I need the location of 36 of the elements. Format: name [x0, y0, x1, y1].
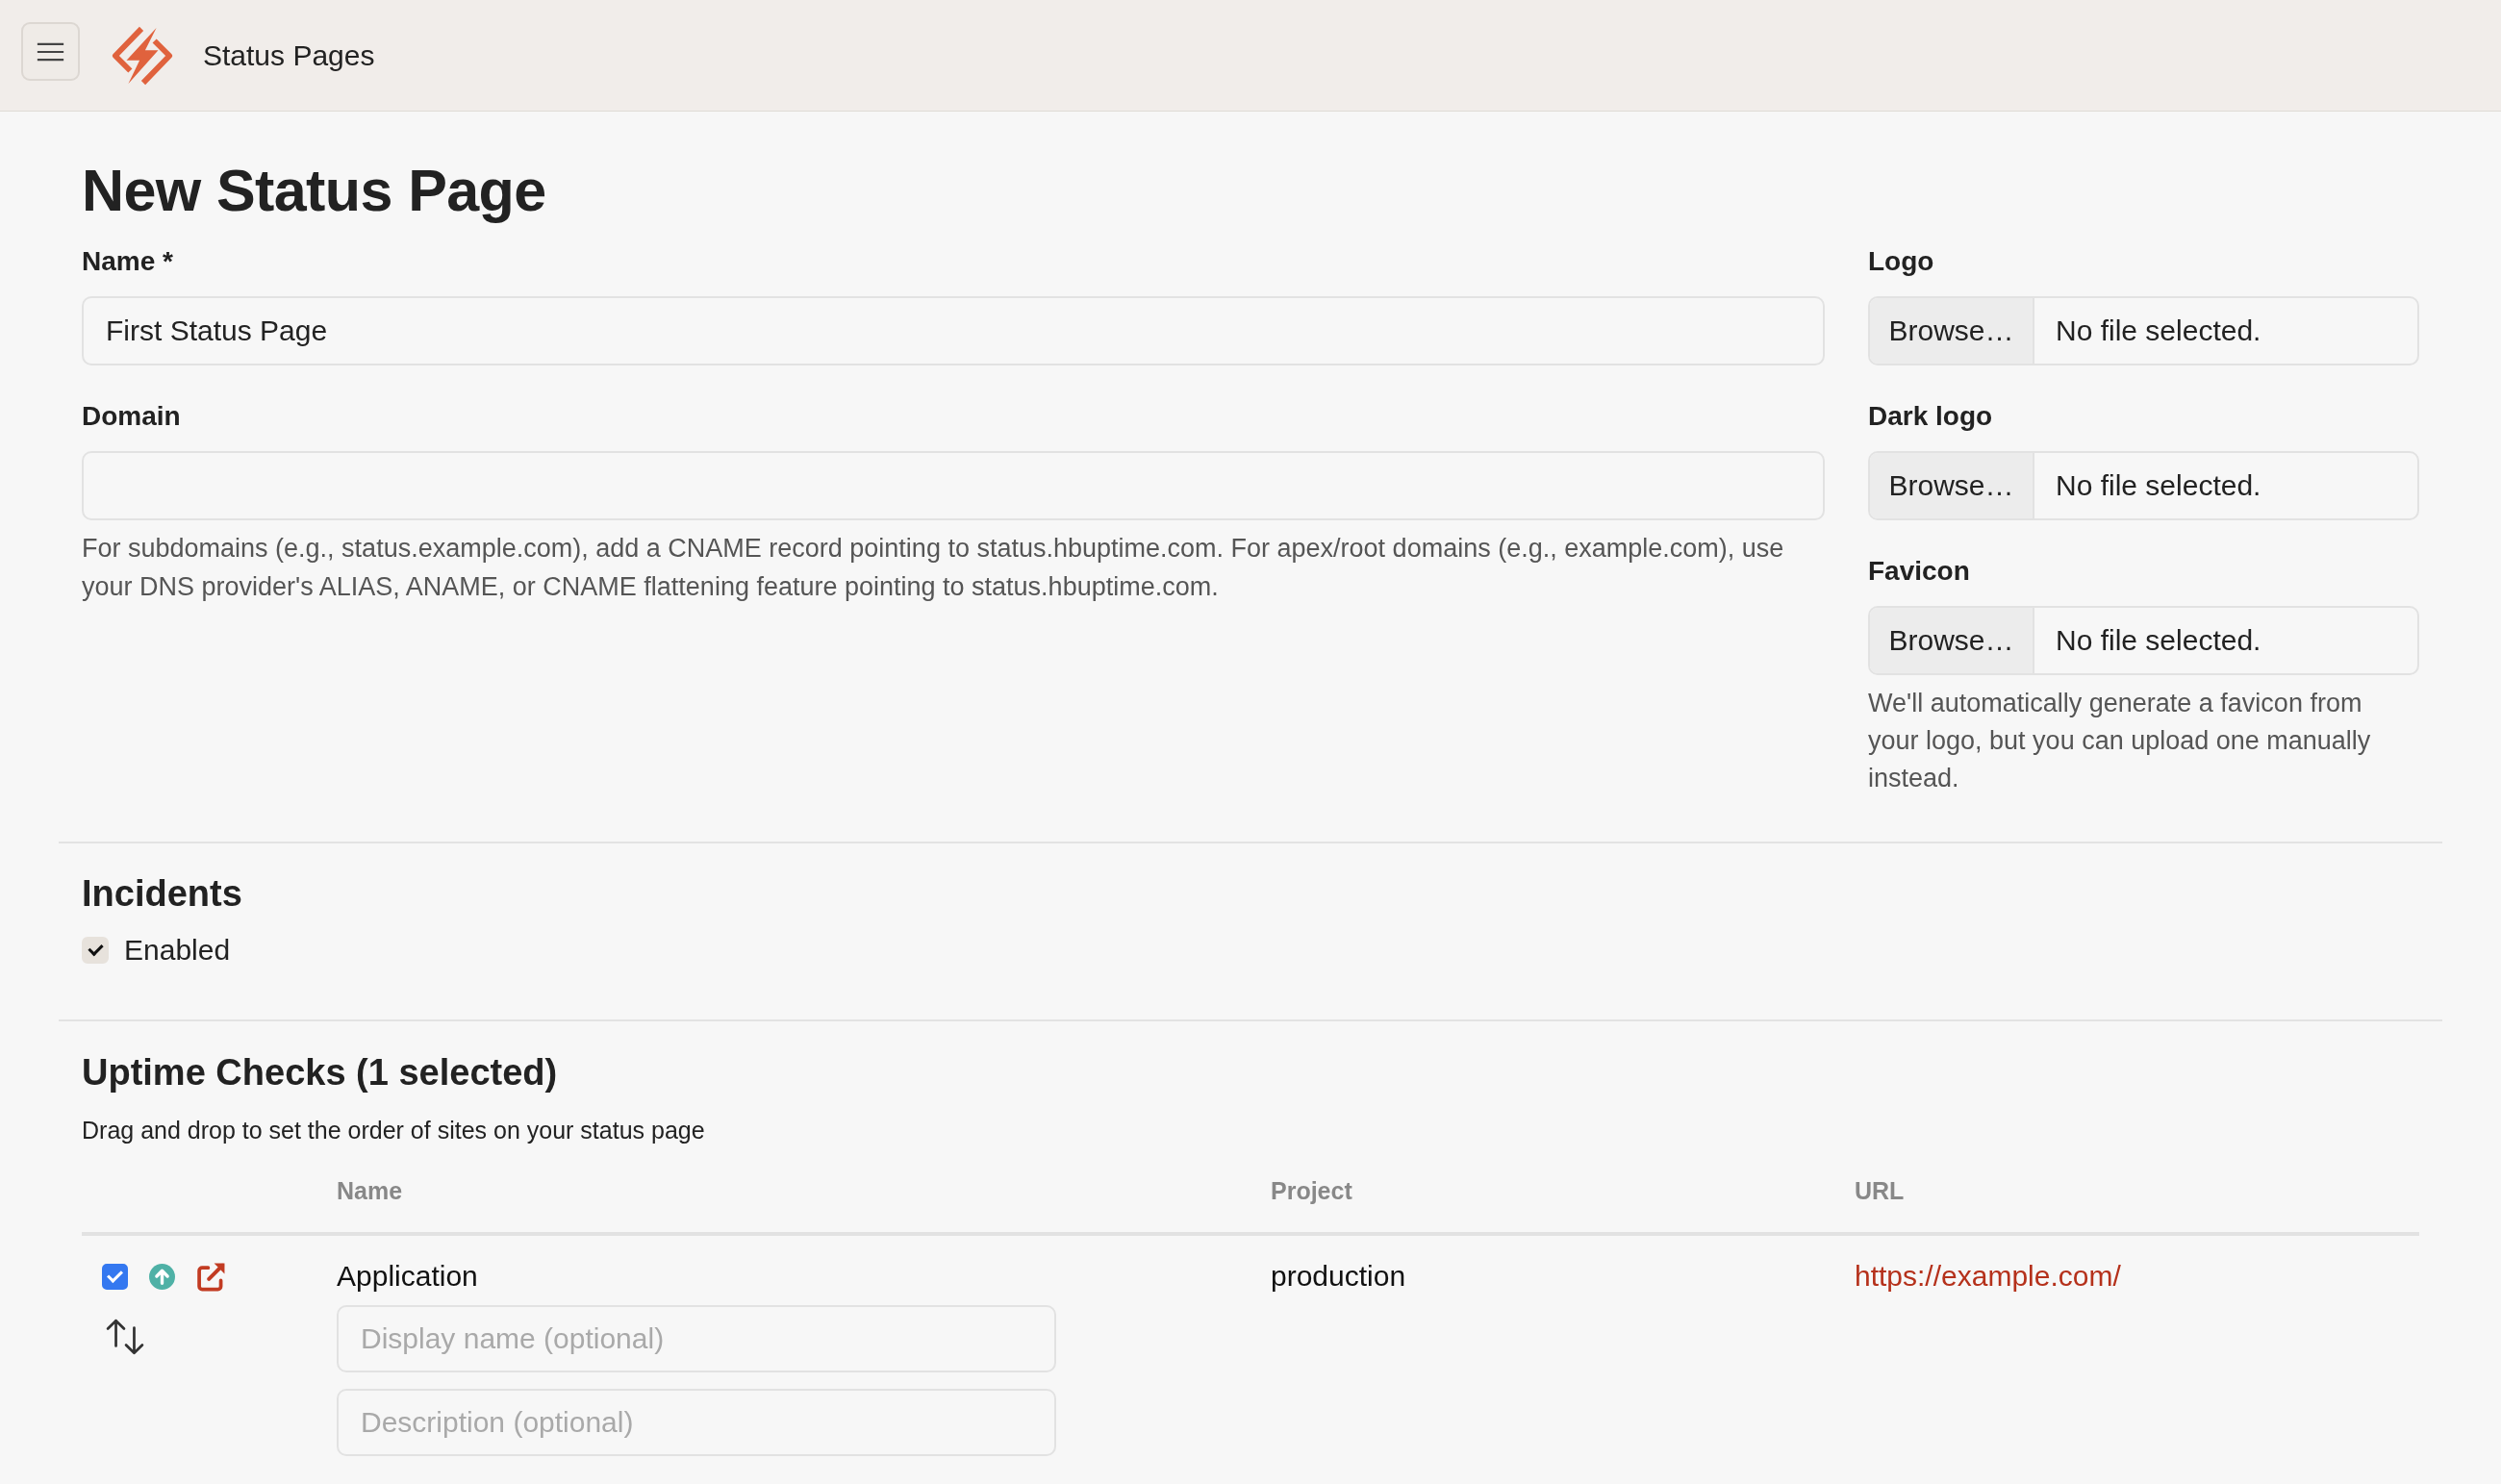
menu-icon — [37, 41, 64, 62]
column-header: Name — [337, 1176, 403, 1206]
file-input[interactable]: Browse… No file selected. — [1868, 451, 2419, 520]
checkbox-label: Enabled — [124, 933, 231, 968]
app-title: Status Pages — [203, 38, 375, 73]
help-text: We'll automatically generate a favicon from your logo, but you can upload one manually instead. — [1868, 688, 2372, 794]
browse-button[interactable]: Browse… — [1870, 453, 2034, 518]
up-down-arrows-icon[interactable] — [106, 1319, 144, 1355]
field-label: Domain — [82, 400, 182, 433]
page-title: New Status Page — [82, 157, 547, 225]
section-heading: Incidents — [82, 872, 243, 916]
file-input[interactable]: Browse… No file selected. — [1868, 296, 2419, 365]
url-link[interactable]: https://example.com/ — [1855, 1259, 2121, 1294]
file-status-text: No file selected. — [2055, 468, 2261, 503]
help-text: For subdomains (e.g., status.example.com), add a CNAME record pointing to status.hbuptime.com. For apex/root domains (e.g., example.com), use your DNS provider's ALIAS, ANAME, or CNAME flattening feature pointing to status.hbuptime.com. — [82, 533, 1785, 603]
check-name-text: Application — [337, 1259, 478, 1294]
column-header: Project — [1271, 1176, 1352, 1206]
file-input[interactable]: Browse… No file selected. — [1868, 606, 2419, 675]
field-label: Dark logo — [1868, 400, 1994, 433]
checkbox[interactable] — [102, 1263, 128, 1290]
field-label: Logo — [1868, 245, 1935, 278]
menu-button[interactable] — [21, 22, 80, 81]
text-input[interactable]: First Status Page — [82, 296, 1825, 365]
column-header: URL — [1855, 1176, 1905, 1206]
browse-button[interactable]: Browse… — [1870, 608, 2034, 673]
file-status-text: No file selected. — [2055, 314, 2261, 348]
external-link-icon[interactable] — [196, 1261, 226, 1292]
field-label: Name * — [82, 245, 174, 278]
hint-text: Drag and drop to set the order of sites on your status page — [82, 1116, 706, 1145]
display-name-input[interactable]: Display name (optional) — [337, 1305, 1056, 1372]
description-input[interactable]: Description (optional) — [337, 1389, 1056, 1456]
section-heading: Uptime Checks (1 selected) — [82, 1051, 559, 1094]
browse-button[interactable]: Browse… — [1870, 298, 2034, 364]
project-text: production — [1271, 1259, 1406, 1294]
field-label: Favicon — [1868, 555, 1971, 588]
file-status-text: No file selected. — [2055, 623, 2261, 658]
